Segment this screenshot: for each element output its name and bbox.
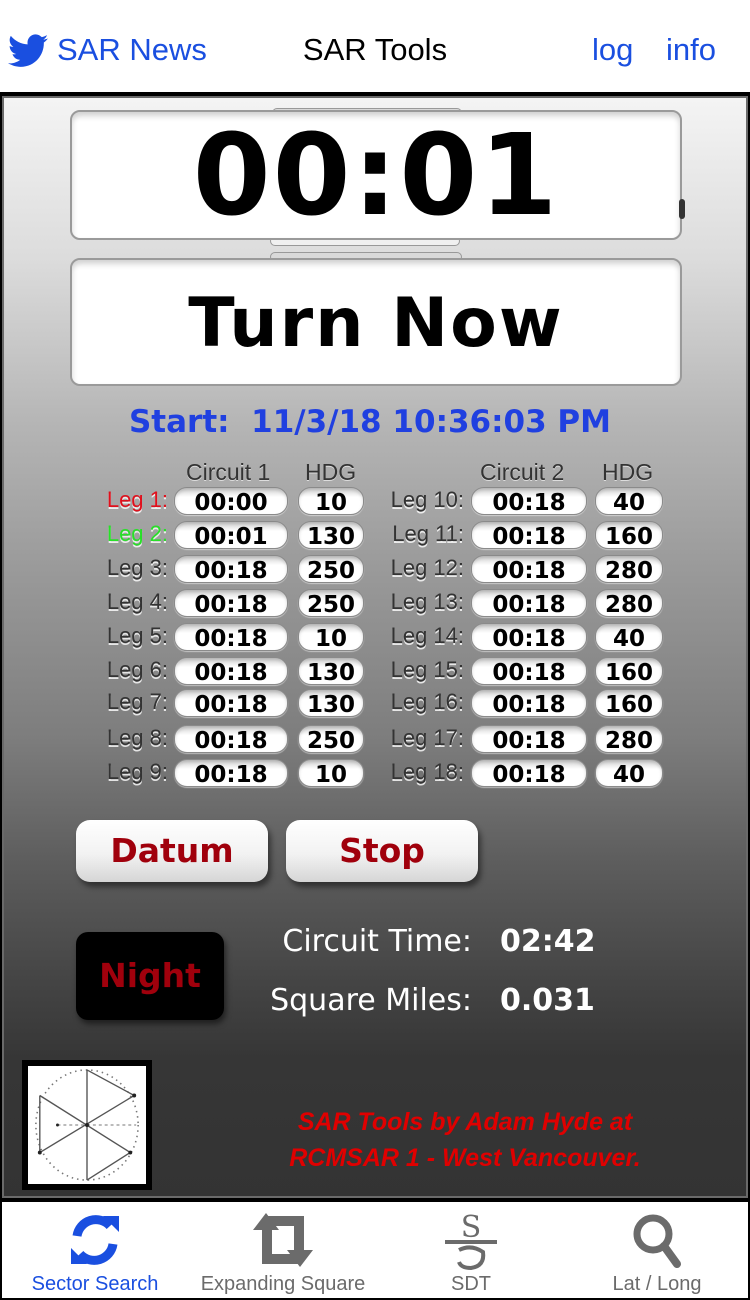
leg-label: Leg 3: [106,555,168,580]
leg-time-field: 00:18 [471,759,587,787]
top-nav-bar: SAR News SAR Tools log info [0,0,750,92]
leg-time-field: 00:00 [174,487,288,515]
leg-time-field: 00:18 [471,657,587,685]
leg-label: Leg 10: [390,487,464,512]
leg-heading-field: 280 [595,725,663,753]
leg-label: Leg 13: [390,589,464,614]
tab-label: Sector Search [31,1273,159,1295]
leg-heading-field: 160 [595,521,663,549]
leg-time-field: 00:01 [174,521,288,549]
start-datetime: Start: 11/3/18 10:36:03 PM [128,404,611,440]
circuit-time-label: Circuit Time: [282,924,472,959]
sdt-icon: S [445,1210,497,1270]
leg-heading-field: 160 [595,657,663,685]
search-icon [633,1214,681,1268]
leg-label: Leg 14: [390,623,464,648]
tab-label: Lat / Long [612,1273,702,1295]
leg-heading-field: 10 [298,623,364,651]
leg-time-field: 00:18 [174,689,288,717]
leg-heading-field: 130 [298,689,364,717]
log-link[interactable]: log [592,30,633,70]
leg-heading-field: 250 [298,725,364,753]
leg-label: Leg 1: [106,487,168,512]
leg-heading-field: 10 [298,487,364,515]
leg-label: Leg 7: [106,689,168,714]
leg-heading-field: 40 [595,623,663,651]
leg-label: Leg 4: [106,589,168,614]
leg-label: Leg 16: [390,689,464,714]
tab-expanding-square[interactable]: Expanding Square [188,1202,378,1298]
leg-time-field: 00:18 [471,555,587,583]
turn-instruction-display: Turn Now [70,258,682,386]
leg-heading-field: 280 [595,589,663,617]
leg-label: Leg 12: [390,555,464,580]
tab-label: SDT [451,1273,491,1295]
circuit-2-header: Circuit 2 [480,459,565,485]
hdg-header-2: HDG [602,459,654,485]
leg-label: Leg 9: [106,759,168,784]
leg-heading-field: 160 [595,689,663,717]
credit-line-2: RCMSAR 1 - West Vancouver. [289,1144,641,1172]
leg-time-field: 00:18 [174,623,288,651]
circuit-1-header: Circuit 1 [186,459,271,485]
tab-sdt[interactable]: S SDT [378,1202,564,1298]
square-miles-label: Square Miles: [270,983,472,1018]
leg-label: Leg 6: [106,657,168,682]
leg-label: Leg 15: [390,657,464,682]
page-title: SAR Tools [302,32,448,67]
leg-heading-field: 130 [298,521,364,549]
circuit-time-value: 02:42 [500,924,596,959]
leg-heading-field: 280 [595,555,663,583]
credit-line-1: SAR Tools by Adam Hyde at [297,1108,633,1136]
leg-time-field: 00:18 [174,759,288,787]
datum-button[interactable]: Datum [76,820,268,882]
leg-heading-field: 40 [595,487,663,515]
refresh-icon [71,1215,119,1265]
tab-lat-long[interactable]: Lat / Long [564,1202,750,1298]
leg-heading-field: 40 [595,759,663,787]
leg-time-field: 00:18 [174,555,288,583]
leg-time-field: 00:18 [471,487,587,515]
leg-heading-field: 10 [298,759,364,787]
leg-heading-field: 250 [298,555,364,583]
leg-label: Leg 17: [390,725,464,750]
leg-time-field: 00:18 [174,657,288,685]
leg-time-field: 00:18 [471,725,587,753]
leg-label: Leg 18: [390,759,464,784]
credit-text: SAR Tools by Adam Hyde at RCMSAR 1 - Wes… [200,1104,730,1176]
leg-label: Leg 8: [106,725,168,750]
leg-label: Leg 11: [392,521,464,546]
retweet-icon [253,1213,313,1267]
hdg-header-1: HDG [305,459,357,485]
leg-time-field: 00:18 [471,623,587,651]
tab-label: Expanding Square [200,1273,366,1295]
bottom-tab-bar: Sector Search Expanding Square S SDT Lat… [0,1202,750,1300]
square-miles-value: 0.031 [500,983,595,1018]
leg-time-field: 00:18 [471,689,587,717]
elapsed-timer-display: 00:01 [70,110,682,240]
timer-knob [679,199,685,219]
svg-text:S: S [461,1210,482,1245]
leg-heading-field: 130 [298,657,364,685]
leg-time-field: 00:18 [471,521,587,549]
sector-search-diagram-thumbnail[interactable] [22,1060,152,1190]
leg-label: Leg 2: [106,521,168,546]
info-link[interactable]: info [666,30,716,70]
leg-time-field: 00:18 [471,589,587,617]
leg-heading-field: 250 [298,589,364,617]
leg-label: Leg 5: [106,623,168,648]
sector-diagram-icon [28,1066,146,1184]
leg-time-field: 00:18 [174,589,288,617]
stop-button[interactable]: Stop [286,820,478,882]
tab-sector-search[interactable]: Sector Search [2,1202,188,1298]
leg-time-field: 00:18 [174,725,288,753]
